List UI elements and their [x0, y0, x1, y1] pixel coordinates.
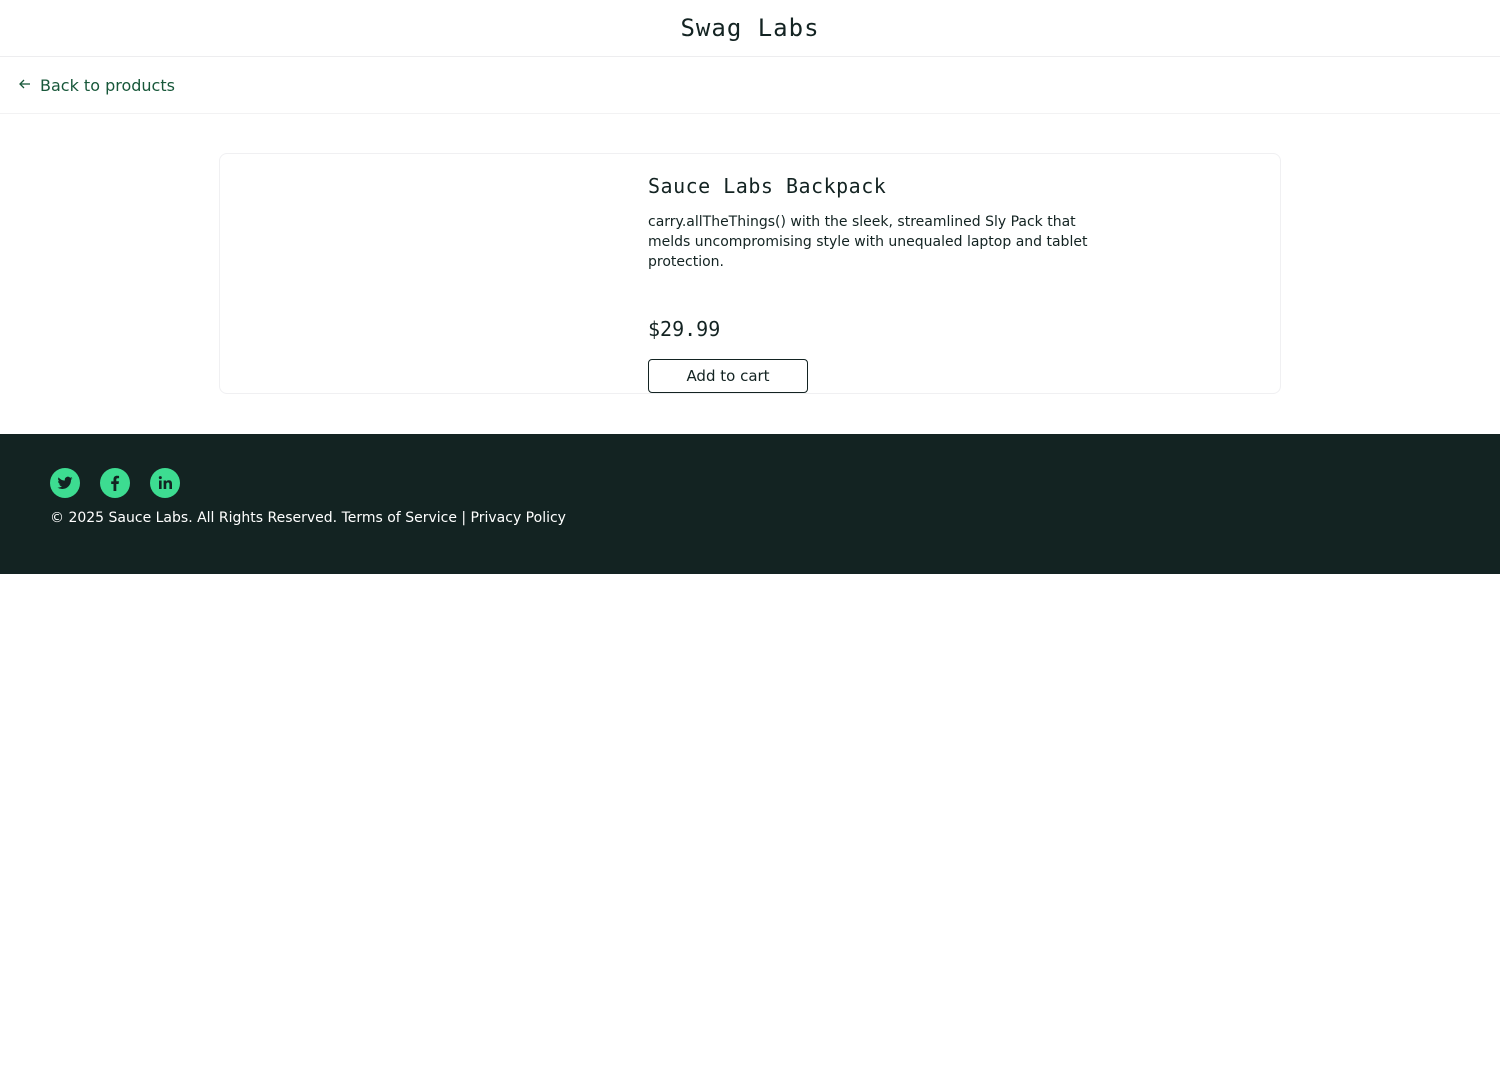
add-to-cart-button[interactable]: Add to cart: [648, 359, 808, 393]
twitter-icon[interactable]: [50, 468, 80, 498]
secondary-header: Back to products: [0, 57, 1500, 114]
inventory-details: Sauce Labs Backpack carry.allTheThings()…: [0, 114, 1500, 434]
product-image: [220, 154, 648, 393]
product-description: carry.allTheThings() with the sleek, str…: [648, 214, 1088, 270]
primary-header: Swag Labs: [0, 0, 1500, 57]
back-to-products-label: Back to products: [40, 75, 175, 95]
back-to-products-button[interactable]: Back to products: [18, 76, 175, 95]
arrow-left-icon: [18, 76, 32, 95]
facebook-icon[interactable]: [100, 468, 130, 498]
product-name: Sauce Labs Backpack: [648, 174, 887, 198]
linkedin-icon[interactable]: [150, 468, 180, 498]
social-links: [50, 468, 1450, 498]
footer: © 2025 Sauce Labs. All Rights Reserved. …: [0, 434, 1500, 574]
app-logo: Swag Labs: [680, 14, 820, 42]
product-description-container: Sauce Labs Backpack carry.allTheThings()…: [648, 154, 1280, 393]
product-details-card: Sauce Labs Backpack carry.allTheThings()…: [219, 153, 1281, 394]
footer-copyright: © 2025 Sauce Labs. All Rights Reserved. …: [50, 510, 566, 526]
product-price: $29.99: [648, 317, 721, 341]
